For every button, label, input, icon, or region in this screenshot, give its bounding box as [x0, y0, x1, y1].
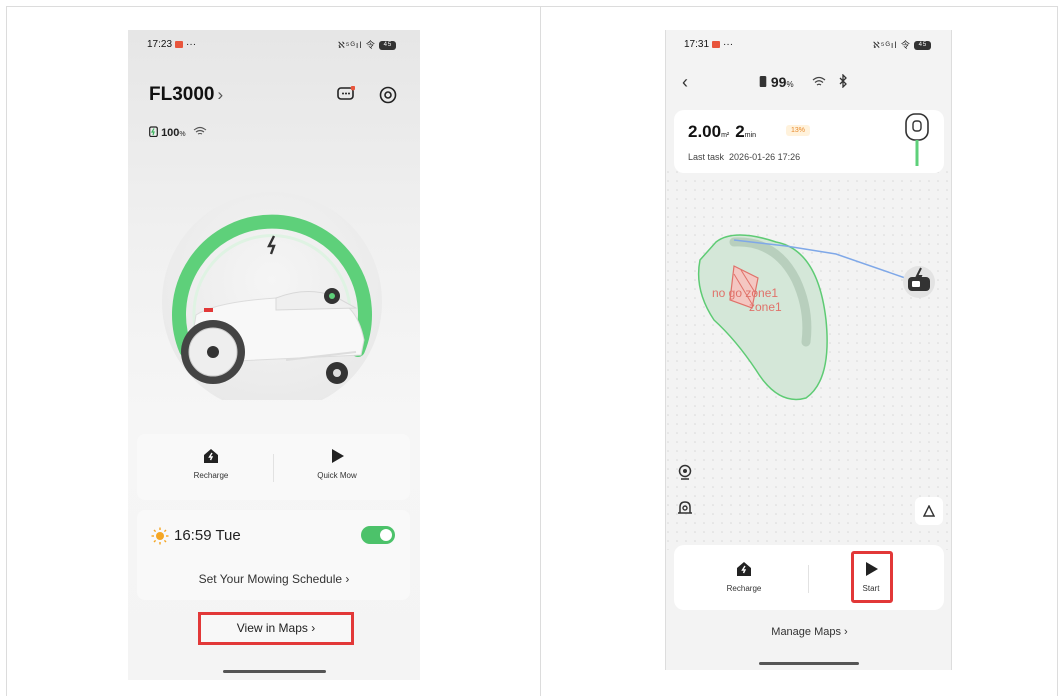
task-meta-label: Last task — [688, 152, 725, 162]
start-highlight-box — [851, 551, 893, 603]
manage-maps-link[interactable]: Manage Maps › — [666, 626, 951, 638]
compass-button[interactable] — [915, 497, 943, 525]
sun-icon — [151, 527, 169, 545]
quick-mow-label: Quick Mow — [317, 471, 357, 480]
phone-battery-icon: 45 — [379, 41, 397, 51]
mower-illustration — [162, 192, 382, 400]
recording-icon — [175, 40, 184, 48]
recharge-home-icon — [737, 562, 751, 576]
camera-icon[interactable] — [673, 460, 697, 484]
task-duration-value: 2 — [735, 122, 745, 141]
recording-icon — [712, 40, 721, 48]
no-go-zone-label: no go zone1 — [712, 286, 779, 300]
schedule-card — [137, 510, 410, 600]
task-meta-date: 2026-01-26 17:26 — [729, 152, 801, 162]
battery-unit: % — [179, 131, 186, 138]
home-indicator — [223, 670, 326, 673]
message-icon[interactable] — [337, 86, 355, 102]
navigation-icon — [923, 505, 935, 517]
mower-locate-icon[interactable] — [673, 495, 697, 519]
device-name: FL3000 — [149, 84, 215, 105]
task-meta: Last task 2026-01-26 17:26 — [688, 152, 800, 162]
mower-battery: 99% — [759, 74, 794, 90]
status-more: ··· — [186, 39, 197, 50]
table-divider — [540, 6, 541, 696]
signal-icon: ℵ⁵ᴳıl 令 — [873, 40, 911, 50]
recharge-home-icon — [204, 449, 218, 463]
divider — [273, 454, 274, 482]
charging-station-icon — [903, 266, 935, 298]
status-more: ··· — [723, 39, 734, 50]
recharge-label: Recharge — [726, 584, 762, 593]
table-border-top — [6, 6, 1058, 7]
recharge-button[interactable]: Recharge — [177, 447, 245, 480]
set-schedule-link[interactable]: Set Your Mowing Schedule › — [137, 572, 411, 586]
task-duration-unit: min — [744, 132, 757, 139]
settings-gear-icon[interactable] — [379, 86, 397, 104]
play-icon — [332, 449, 344, 463]
schedule-day: Tue — [215, 527, 241, 544]
view-in-maps-button[interactable]: View in Maps › — [198, 612, 354, 645]
recharge-label: Recharge — [193, 471, 229, 480]
schedule-toggle[interactable] — [361, 526, 395, 544]
last-task-card: 2.00m² 2min 13% Last task 2026-01-26 17:2… — [674, 110, 944, 173]
battery-unit: % — [786, 80, 794, 89]
device-title[interactable]: FL3000 › — [149, 84, 223, 106]
status-bar: 17:23 ··· — [147, 39, 196, 50]
battery-charging-icon — [149, 126, 158, 138]
back-button[interactable]: ‹ — [682, 72, 688, 93]
schedule-time: 16:59 Tue — [174, 527, 241, 544]
action-card: Recharge Quick Mow — [137, 434, 410, 500]
battery-icon — [759, 76, 767, 87]
divider — [808, 565, 809, 593]
quick-mow-button[interactable]: Quick Mow — [302, 447, 372, 480]
status-bar: 17:31 ··· — [684, 39, 733, 50]
task-area-unit: m² — [721, 132, 730, 139]
wifi-icon — [812, 76, 826, 86]
mower-status-icon — [905, 113, 929, 166]
mower-battery: 100% — [149, 126, 207, 139]
battery-value: 100 — [161, 127, 180, 139]
map-screen: 17:31 ··· ℵ⁵ᴳıl 令 45 ‹ 99% 2.00m² 2min 13%… — [665, 30, 952, 670]
status-time: 17:23 — [147, 39, 173, 50]
bluetooth-icon — [839, 74, 847, 88]
system-icons: ℵ⁵ᴳıl 令 45 — [873, 38, 932, 51]
zone-label: zone1 — [749, 300, 782, 314]
task-area-value: 2.00 — [688, 122, 722, 141]
task-progress-badge: 13% — [786, 125, 811, 136]
home-indicator — [759, 662, 859, 665]
system-icons: ℵ⁵ᴳıl 令 45 — [338, 38, 397, 51]
battery-value: 99 — [770, 74, 787, 90]
chevron-right-icon: › — [217, 85, 224, 104]
schedule-clock: 16:59 — [174, 527, 212, 544]
lawn-map — [697, 234, 912, 401]
signal-icon: ℵ⁵ᴳıl 令 — [338, 40, 376, 50]
table-border-left — [6, 6, 7, 696]
home-screen: 17:23 ··· ℵ⁵ᴳıl 令 45 FL3000 › 100% Recha… — [128, 30, 420, 680]
status-time: 17:31 — [684, 39, 710, 50]
task-summary: 2.00m² 2min — [688, 122, 762, 142]
table-border-right — [1057, 6, 1058, 696]
phone-battery-icon: 45 — [914, 41, 932, 51]
recharge-button[interactable]: Recharge — [714, 560, 774, 593]
wifi-icon — [193, 126, 207, 135]
action-card: Recharge Start — [674, 545, 944, 610]
